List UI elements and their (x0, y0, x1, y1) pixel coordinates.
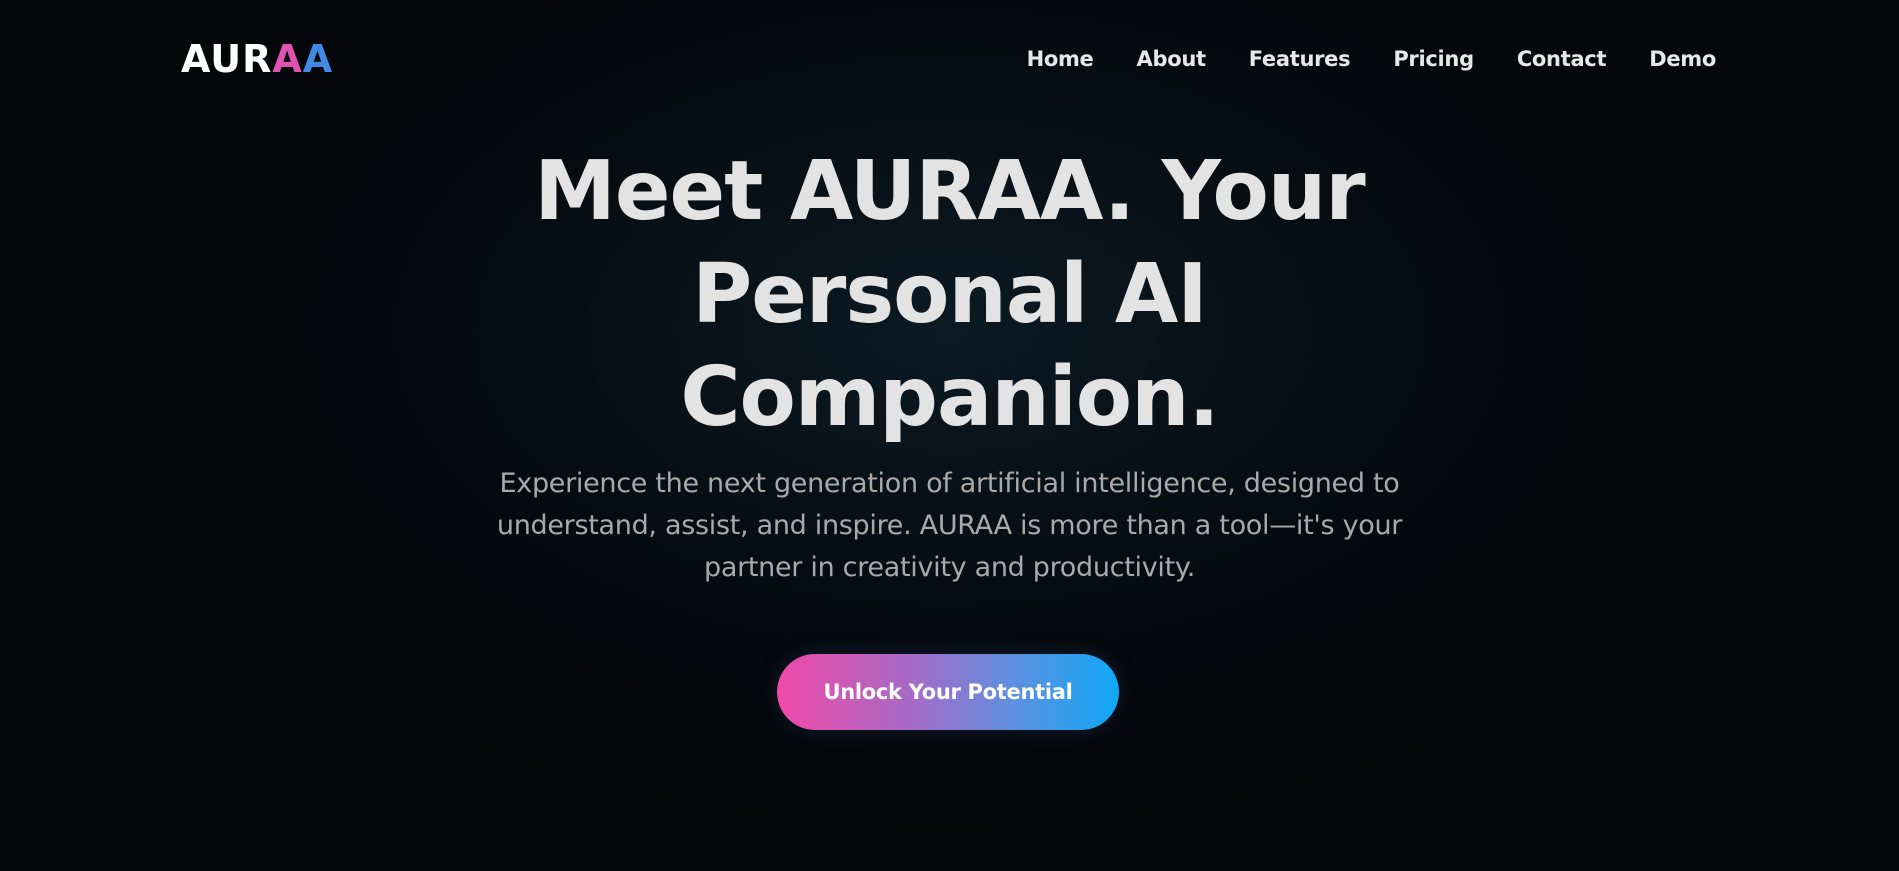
hero-section: Meet AURAA. Your Personal AI Companion. … (0, 140, 1899, 589)
nav-link-contact[interactable]: Contact (1517, 44, 1607, 74)
logo-text-accent-pink: A (272, 37, 303, 81)
navbar: AURAA Home About Features Pricing Contac… (0, 0, 1899, 118)
nav-link-home[interactable]: Home (1027, 44, 1094, 74)
hero-subtitle: Experience the next generation of artifi… (496, 468, 1403, 583)
page-background: AURAA Home About Features Pricing Contac… (0, 0, 1899, 871)
nav-item-pricing: Pricing (1393, 44, 1474, 74)
nav-link-pricing[interactable]: Pricing (1393, 44, 1474, 74)
nav-item-demo: Demo (1649, 44, 1716, 74)
logo-text-part: AUR (181, 37, 273, 81)
nav-item-features: Features (1249, 44, 1351, 74)
nav-item-contact: Contact (1517, 44, 1607, 74)
unlock-potential-button[interactable]: Unlock Your Potential (777, 654, 1119, 730)
nav-item-about: About (1137, 44, 1207, 74)
nav-link-demo[interactable]: Demo (1649, 44, 1716, 74)
nav-link-about[interactable]: About (1137, 44, 1207, 74)
nav-link-features[interactable]: Features (1249, 44, 1351, 74)
logo-text-accent-blue: A (302, 37, 334, 81)
nav-links: Home About Features Pricing Contact Demo (1027, 44, 1717, 74)
nav-item-home: Home (1027, 44, 1094, 74)
logo[interactable]: AURAA (181, 36, 333, 82)
hero-title: Meet AURAA. Your Personal AI Companion. (534, 144, 1365, 445)
